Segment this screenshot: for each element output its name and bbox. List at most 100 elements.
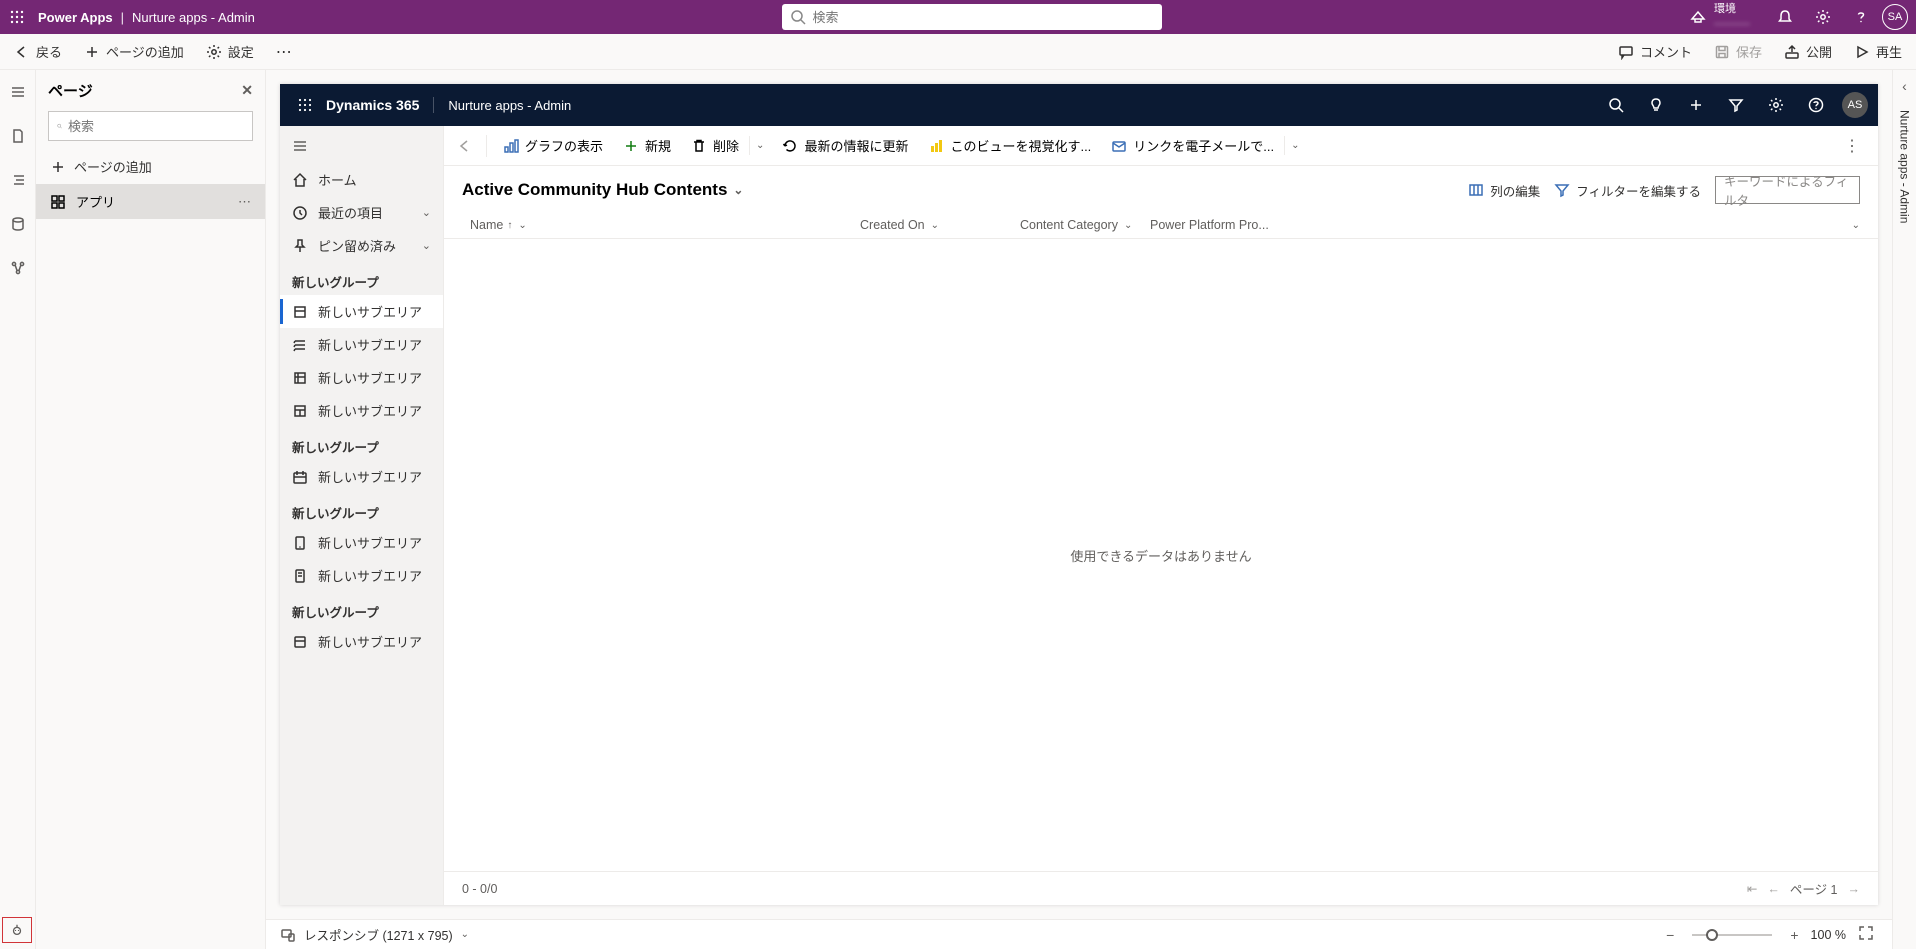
rail-data[interactable] bbox=[2, 208, 34, 240]
help-button[interactable] bbox=[1844, 0, 1878, 34]
column-created-on[interactable]: Created On ⌄ bbox=[860, 218, 1020, 232]
rail-virtual-agent[interactable] bbox=[2, 917, 32, 943]
d365-avatar[interactable]: AS bbox=[1842, 92, 1868, 118]
save-button[interactable]: 保存 bbox=[1710, 38, 1766, 65]
delete-dropdown[interactable]: ⌄ bbox=[749, 136, 770, 155]
zoom-slider-thumb[interactable] bbox=[1706, 929, 1718, 941]
settings-button-bar[interactable]: 設定 bbox=[202, 38, 258, 65]
plus-icon bbox=[1688, 97, 1704, 113]
nav-subarea[interactable]: 新しいサブエリア bbox=[280, 394, 443, 427]
right-panel-collapsed: ‹ Nurture apps - Admin bbox=[1892, 70, 1916, 949]
nav-subarea[interactable]: 新しいサブエリア bbox=[280, 625, 443, 658]
mail-icon bbox=[1111, 138, 1127, 154]
d365-title[interactable]: Dynamics 365 bbox=[326, 97, 434, 113]
zoom-out-button[interactable]: − bbox=[1662, 927, 1678, 943]
view-selector[interactable]: Active Community Hub Contents ⌄ bbox=[462, 180, 743, 200]
cmdbar-overflow[interactable]: ⋮ bbox=[1834, 132, 1870, 160]
help-icon bbox=[1853, 9, 1869, 25]
close-panel-button[interactable]: ✕ bbox=[241, 82, 253, 99]
column-power-platform[interactable]: Power Platform Pro... ⌄ bbox=[1150, 218, 1860, 232]
app-title[interactable]: Power Apps bbox=[38, 10, 113, 25]
nav-subarea[interactable]: 新しいサブエリア bbox=[280, 361, 443, 394]
nav-subarea[interactable]: 新しいサブエリア bbox=[280, 328, 443, 361]
d365-search-button[interactable] bbox=[1598, 84, 1634, 126]
environment-picker[interactable]: 環境 ——— bbox=[1690, 3, 1750, 31]
fit-to-screen-button[interactable] bbox=[1854, 925, 1878, 944]
back-arrow[interactable] bbox=[452, 138, 478, 154]
arrow-left-icon bbox=[457, 138, 473, 154]
settings-button[interactable] bbox=[1806, 0, 1840, 34]
more-button[interactable]: ⋯ bbox=[272, 38, 297, 66]
column-content-category[interactable]: Content Category ⌄ bbox=[1020, 218, 1150, 232]
d365-app-name[interactable]: Nurture apps - Admin bbox=[448, 98, 571, 113]
d365-filter-button[interactable] bbox=[1718, 84, 1754, 126]
nav-subarea[interactable]: 新しいサブエリア bbox=[280, 295, 443, 328]
search-icon bbox=[790, 9, 806, 25]
d365-waffle[interactable] bbox=[290, 97, 320, 113]
refresh-button[interactable]: 最新の情報に更新 bbox=[774, 132, 916, 159]
zoom-slider[interactable] bbox=[1692, 934, 1772, 936]
page-next[interactable]: → bbox=[1848, 882, 1861, 896]
comments-button[interactable]: コメント bbox=[1614, 38, 1696, 65]
pages-item-app[interactable]: アプリ ⋯ bbox=[36, 184, 265, 219]
global-search-input[interactable] bbox=[812, 10, 1154, 25]
nav-pinned[interactable]: ピン留め済み ⌄ bbox=[280, 229, 443, 262]
nav-recent[interactable]: 最近の項目 ⌄ bbox=[280, 196, 443, 229]
email-dropdown[interactable]: ⌄ bbox=[1284, 136, 1305, 155]
nav-subarea[interactable]: 新しいサブエリア bbox=[280, 526, 443, 559]
show-chart-button[interactable]: グラフの表示 bbox=[495, 132, 611, 159]
chevron-down-icon: ⌄ bbox=[1852, 220, 1860, 231]
responsive-label[interactable]: レスポンシブ (1271 x 795) bbox=[304, 925, 453, 944]
sitemap-toggle[interactable] bbox=[280, 132, 443, 163]
nav-subarea[interactable]: 新しいサブエリア bbox=[280, 559, 443, 592]
pages-search-input[interactable] bbox=[68, 119, 244, 134]
d365-add-button[interactable] bbox=[1678, 84, 1714, 126]
nav-subarea[interactable]: 新しいサブエリア bbox=[280, 460, 443, 493]
new-button[interactable]: 新規 bbox=[615, 132, 679, 159]
zoom-in-button[interactable]: + bbox=[1786, 927, 1802, 943]
search-icon bbox=[57, 118, 62, 134]
play-icon bbox=[1854, 44, 1870, 60]
d365-settings-button[interactable] bbox=[1758, 84, 1794, 126]
chevron-down-icon[interactable]: ⌄ bbox=[461, 929, 469, 940]
email-link-button[interactable]: リンクを電子メールで... bbox=[1103, 132, 1282, 159]
column-name[interactable]: Name ↑ ⌄ bbox=[470, 218, 860, 232]
project-title[interactable]: Nurture apps - Admin bbox=[132, 10, 255, 25]
columns-icon bbox=[1468, 182, 1484, 198]
play-button[interactable]: 再生 bbox=[1850, 38, 1906, 65]
delete-button[interactable]: 削除 bbox=[683, 132, 747, 159]
expand-right-panel[interactable]: ‹ bbox=[1902, 78, 1907, 94]
global-search[interactable] bbox=[782, 4, 1162, 30]
rail-navigation[interactable] bbox=[2, 164, 34, 196]
keyword-filter-input[interactable]: キーワードによるフィルタ bbox=[1715, 176, 1860, 204]
item-more-button[interactable]: ⋯ bbox=[238, 194, 251, 210]
rail-pages[interactable] bbox=[2, 120, 34, 152]
publish-button[interactable]: 公開 bbox=[1780, 38, 1836, 65]
edit-columns-button[interactable]: 列の編集 bbox=[1468, 181, 1540, 200]
page-prev[interactable]: ← bbox=[1767, 882, 1780, 896]
visualize-button[interactable]: このビューを視覚化す... bbox=[920, 132, 1099, 159]
d365-help-button[interactable] bbox=[1798, 84, 1834, 126]
page-first[interactable]: ⇤ bbox=[1747, 881, 1757, 896]
nav-home[interactable]: ホーム bbox=[280, 163, 443, 196]
zoom-value: 100 % bbox=[1811, 928, 1846, 942]
edit-filters-button[interactable]: フィルターを編集する bbox=[1554, 181, 1701, 200]
back-button[interactable]: 戻る bbox=[10, 38, 66, 65]
pages-panel: ページ ✕ ページの追加 アプリ ⋯ bbox=[36, 70, 266, 949]
env-name: ——— bbox=[1714, 16, 1750, 30]
subarea-icon bbox=[292, 634, 308, 650]
right-panel-label[interactable]: Nurture apps - Admin bbox=[1898, 110, 1912, 223]
subarea-icon bbox=[292, 370, 308, 386]
pages-search[interactable] bbox=[48, 111, 253, 141]
rail-hamburger[interactable] bbox=[2, 76, 34, 108]
nav-group-label: 新しいグループ bbox=[280, 592, 443, 625]
user-avatar[interactable]: SA bbox=[1882, 4, 1908, 30]
notifications-button[interactable] bbox=[1768, 0, 1802, 34]
waffle-icon[interactable] bbox=[0, 0, 34, 34]
rail-automation[interactable] bbox=[2, 252, 34, 284]
add-page-button[interactable]: ページの追加 bbox=[80, 38, 188, 65]
d365-header: Dynamics 365 Nurture apps - Admin AS bbox=[280, 84, 1878, 126]
d365-bulb-button[interactable] bbox=[1638, 84, 1674, 126]
pages-add-button[interactable]: ページの追加 bbox=[36, 149, 265, 184]
gear-icon bbox=[1815, 9, 1831, 25]
